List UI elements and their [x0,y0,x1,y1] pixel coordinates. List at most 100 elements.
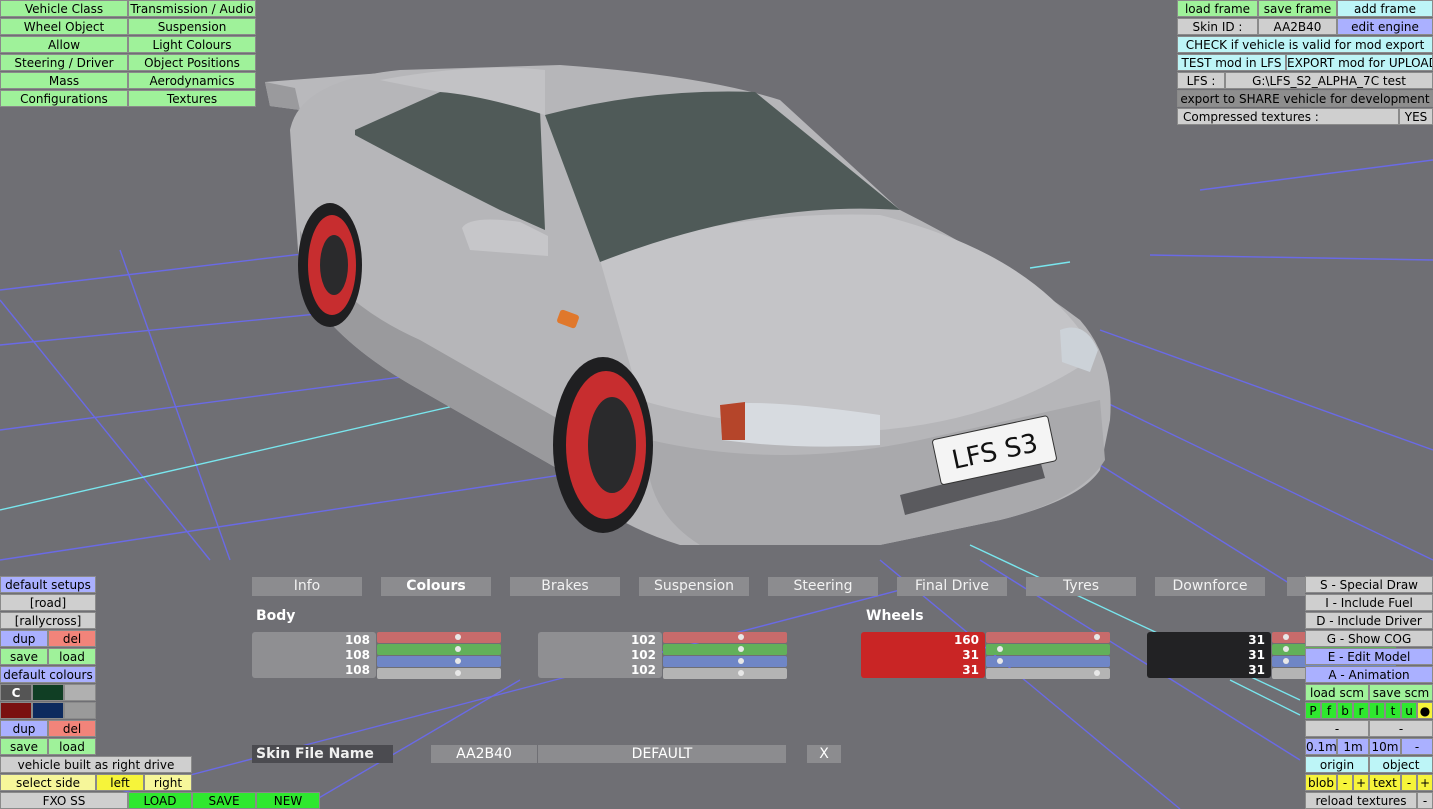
slider-knob[interactable] [738,646,744,652]
text-minus-button[interactable]: - [1401,774,1417,791]
tab-tyres[interactable]: Tyres [1026,577,1136,596]
tab-steering[interactable]: Steering [768,577,878,596]
menu-item-wheel-object[interactable]: Wheel Object [0,18,128,35]
load-scm-button[interactable]: load scm [1305,684,1369,701]
reload-minus-button[interactable]: - [1417,792,1433,809]
setup-del-button[interactable]: del [48,630,96,647]
menu-item-object-positions[interactable]: Object Positions [128,54,256,71]
dash-button-1[interactable]: - [1305,720,1369,737]
colour-del-button[interactable]: del [48,720,96,737]
blue-slider[interactable] [986,656,1110,667]
save-frame-button[interactable]: save frame [1258,0,1337,17]
menu-item-configurations[interactable]: Configurations [0,90,128,107]
menu-item-vehicle-class[interactable]: Vehicle Class [0,0,128,17]
alpha-slider[interactable] [663,668,787,679]
skin-id-field[interactable]: AA2B40 [431,745,537,763]
default-setups-button[interactable]: default setups [0,576,96,593]
add-frame-button[interactable]: add frame [1337,0,1433,17]
menu-item-steering-driver[interactable]: Steering / Driver [0,54,128,71]
green-slider[interactable] [986,644,1110,655]
colour-swatch-2[interactable] [64,684,96,701]
compressed-textures-toggle[interactable]: YES [1399,108,1433,125]
test-mod-button[interactable]: TEST mod in LFS [1177,54,1286,71]
red-slider[interactable] [663,632,787,643]
view-letter-r[interactable]: r [1353,702,1369,719]
load-frame-button[interactable]: load frame [1177,0,1258,17]
slider-knob[interactable] [1094,670,1100,676]
tab-downforce[interactable]: Downforce [1155,577,1265,596]
save-scm-button[interactable]: save scm [1369,684,1433,701]
tab-final-drive[interactable]: Final Drive [897,577,1007,596]
vehicle-load-button[interactable]: LOAD [128,792,192,809]
alpha-slider[interactable] [377,668,501,679]
side-right-button[interactable]: right [144,774,192,791]
setup-save-button[interactable]: save [0,648,48,665]
slider-knob[interactable] [997,658,1003,664]
colour-swatch-3[interactable] [0,702,32,719]
view-letter-f[interactable]: f [1321,702,1337,719]
colour-save-button[interactable]: save [0,738,48,755]
colour-swatch-block[interactable]: 102 102 102 [538,632,662,678]
menu-item-transmission-audio[interactable]: Transmission / Audio [128,0,256,17]
colour-swatch-block[interactable]: 108 108 108 [252,632,376,678]
skin-name-field[interactable]: DEFAULT [538,745,786,763]
dash-button-2[interactable]: - [1369,720,1433,737]
colour-swatch-block[interactable]: 160 31 31 [861,632,985,678]
origin-button[interactable]: origin [1305,756,1369,773]
check-valid-button[interactable]: CHECK if vehicle is valid for mod export [1177,36,1433,53]
setup-road[interactable]: [road] [0,594,96,611]
colour-swatch-4[interactable] [32,702,64,719]
vehicle-save-button[interactable]: SAVE [192,792,256,809]
special-draw-toggle[interactable]: S - Special Draw [1305,576,1433,593]
scale-10m[interactable]: 10m [1369,738,1401,755]
view-dot-button[interactable]: ● [1417,702,1433,719]
slider-knob[interactable] [455,634,461,640]
side-left-button[interactable]: left [96,774,144,791]
menu-item-textures[interactable]: Textures [128,90,256,107]
slider-knob[interactable] [738,658,744,664]
include-driver-toggle[interactable]: D - Include Driver [1305,612,1433,629]
blue-slider[interactable] [663,656,787,667]
tab-info[interactable]: Info [252,577,362,596]
vehicle-new-button[interactable]: NEW [256,792,320,809]
slider-knob[interactable] [738,634,744,640]
green-slider[interactable] [663,644,787,655]
slider-knob[interactable] [1283,646,1289,652]
export-share-button[interactable]: export to SHARE vehicle for development [1177,90,1433,107]
reload-textures-button[interactable]: reload textures [1305,792,1417,809]
blue-slider[interactable] [377,656,501,667]
red-slider[interactable] [986,632,1110,643]
lfs-path[interactable]: G:\LFS_S2_ALPHA_7C test [1225,72,1433,89]
slider-knob[interactable] [455,670,461,676]
colour-c-label[interactable]: C [0,684,32,701]
view-letter-p[interactable]: P [1305,702,1321,719]
edit-engine-button[interactable]: edit engine [1337,18,1433,35]
animation-toggle[interactable]: A - Animation [1305,666,1433,683]
include-fuel-toggle[interactable]: I - Include Fuel [1305,594,1433,611]
default-colours-button[interactable]: default colours [0,666,96,683]
menu-item-mass[interactable]: Mass [0,72,128,89]
menu-item-light-colours[interactable]: Light Colours [128,36,256,53]
menu-item-aerodynamics[interactable]: Aerodynamics [128,72,256,89]
colour-dup-button[interactable]: dup [0,720,48,737]
blob-minus-button[interactable]: - [1337,774,1353,791]
scale-minus[interactable]: - [1401,738,1433,755]
menu-item-allow[interactable]: Allow [0,36,128,53]
slider-knob[interactable] [455,658,461,664]
skin-clear-button[interactable]: X [807,745,841,763]
text-plus-button[interactable]: + [1417,774,1433,791]
view-letter-t[interactable]: t [1385,702,1401,719]
tab-colours[interactable]: Colours [381,577,491,596]
slider-knob[interactable] [1283,634,1289,640]
setup-rallycross[interactable]: [rallycross] [0,612,96,629]
scale-1m[interactable]: 1m [1337,738,1369,755]
tab-suspension[interactable]: Suspension [639,577,749,596]
blob-plus-button[interactable]: + [1353,774,1369,791]
slider-knob[interactable] [997,646,1003,652]
red-slider[interactable] [377,632,501,643]
view-letter-l[interactable]: l [1369,702,1385,719]
colour-swatch-5[interactable] [64,702,96,719]
colour-swatch-1[interactable] [32,684,64,701]
slider-knob[interactable] [1094,634,1100,640]
setup-load-button[interactable]: load [48,648,96,665]
